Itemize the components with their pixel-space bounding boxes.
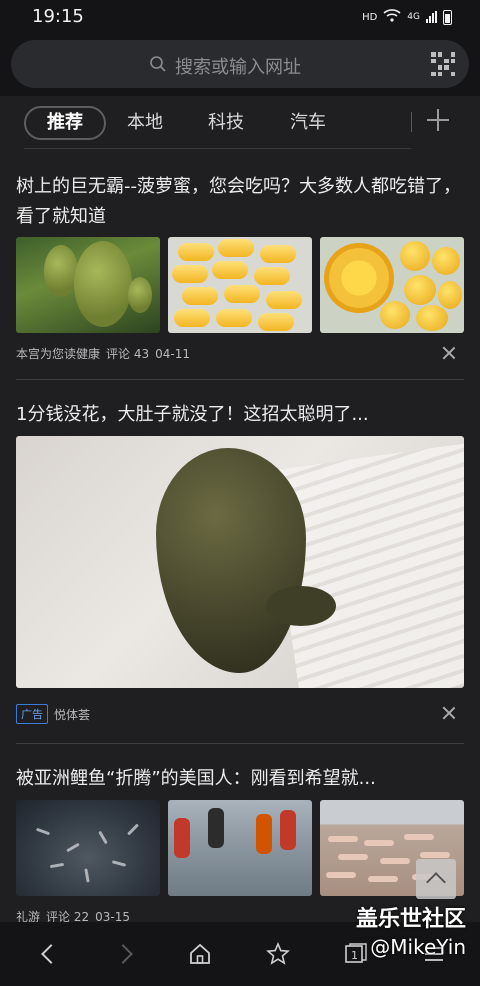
search-placeholder: 搜索或输入网址: [149, 53, 301, 79]
search-icon: [149, 55, 167, 78]
tab-recommend[interactable]: 推荐: [24, 106, 106, 140]
news-meta: 广告 悦体荟: [16, 704, 90, 724]
forward-icon[interactable]: [114, 942, 138, 966]
search-input[interactable]: 搜索或输入网址: [11, 40, 469, 88]
add-tab-icon[interactable]: [427, 109, 449, 131]
news-comments: 评论 43: [106, 347, 150, 361]
news-title[interactable]: 被亚洲鲤鱼“折腾”的美国人：刚看到希望就...: [16, 764, 466, 794]
tab-separator: [411, 112, 412, 132]
scroll-to-top-button[interactable]: [416, 859, 456, 899]
news-thumbnail[interactable]: [320, 237, 464, 333]
news-thumbnail[interactable]: [16, 237, 160, 333]
news-date: 04-11: [155, 346, 190, 361]
signal-label: 4G: [407, 12, 420, 22]
ad-badge: 广告: [16, 704, 48, 724]
news-meta: 本宫为您读健康 评论 43 04-11: [16, 345, 190, 362]
tab-divider: [24, 148, 411, 149]
news-title[interactable]: 1分钱没花，大肚子就没了！这招太聪明了...: [16, 400, 466, 430]
news-thumbnail[interactable]: [16, 800, 160, 896]
watermark: 盖乐世社区 @MikeYin: [356, 906, 466, 960]
back-icon[interactable]: [36, 942, 60, 966]
signal-icon: [426, 11, 437, 23]
close-icon[interactable]: [442, 346, 456, 360]
watermark-brand: 盖乐世社区: [355, 907, 466, 932]
news-source: 悦体荟: [54, 707, 91, 722]
wifi-icon: [383, 9, 401, 25]
hd-indicator: HD: [362, 11, 378, 23]
qr-code-icon[interactable]: [431, 52, 455, 76]
search-placeholder-text: 搜索或输入网址: [175, 57, 301, 78]
news-source: 本宫为您读健康: [16, 347, 101, 361]
tab-tech[interactable]: 科技: [208, 106, 244, 140]
status-icons: HD 4G: [362, 9, 452, 25]
news-thumbnail[interactable]: [168, 800, 312, 896]
watermark-user: @MikeYin: [370, 935, 466, 959]
ad-image[interactable]: [16, 436, 464, 688]
status-bar: 19:15 HD 4G: [0, 0, 480, 34]
status-time: 19:15: [32, 6, 84, 27]
news-title[interactable]: 树上的巨无霸--菠萝蜜，您会吃吗？大多数人都吃错了，看了就知道: [16, 172, 466, 232]
tab-local[interactable]: 本地: [127, 106, 163, 140]
tab-auto[interactable]: 汽车: [290, 106, 326, 140]
bookmark-star-icon[interactable]: [266, 942, 290, 966]
category-tabs: 推荐 本地 科技 汽车: [0, 96, 480, 150]
feed-divider: [16, 379, 464, 380]
close-icon[interactable]: [442, 706, 456, 720]
home-icon[interactable]: [188, 942, 212, 966]
battery-icon: [443, 9, 452, 25]
browser-header: 搜索或输入网址: [0, 34, 480, 96]
news-thumbnail[interactable]: [168, 237, 312, 333]
feed-divider: [16, 743, 464, 744]
